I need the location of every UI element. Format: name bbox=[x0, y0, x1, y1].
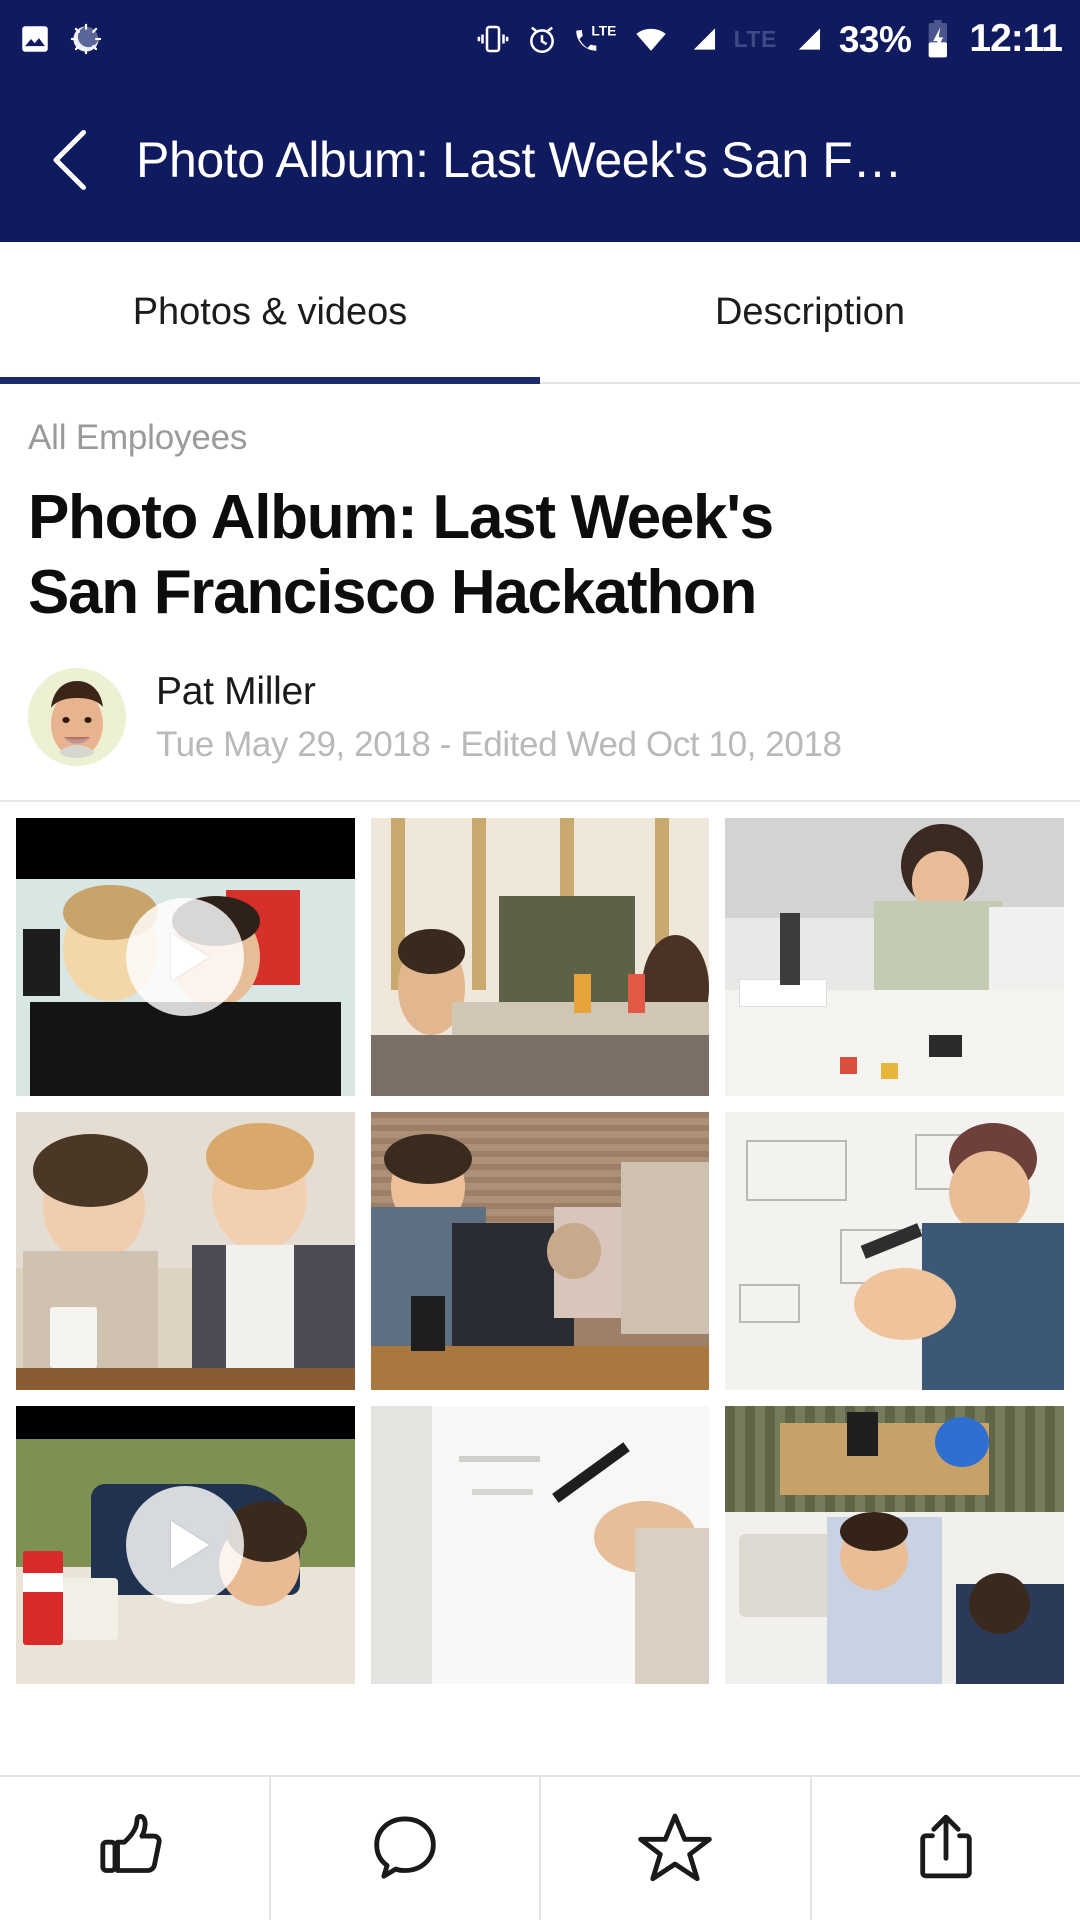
status-bar-system-icons: LTE LTE 33% 12:11 bbox=[475, 17, 1063, 61]
gallery-photo-8-thumbnail bbox=[370, 1406, 710, 1685]
thumbs-up-icon bbox=[100, 1813, 162, 1873]
gallery-photo-3[interactable] bbox=[725, 818, 1064, 1097]
lte-label: LTE bbox=[733, 25, 777, 52]
svg-text:LTE: LTE bbox=[591, 23, 616, 38]
gallery-photo-5-thumbnail bbox=[370, 1112, 710, 1391]
signal-bars-1-icon bbox=[685, 22, 721, 56]
status-bar-notifications bbox=[18, 21, 104, 57]
chevron-left-icon bbox=[53, 130, 86, 190]
byline: Pat Miller Tue May 29, 2018 - Edited Wed… bbox=[28, 668, 1052, 800]
gallery-photo-5[interactable] bbox=[370, 1112, 710, 1391]
vibrate-icon bbox=[475, 21, 511, 57]
gallery-photo-9[interactable] bbox=[725, 1406, 1064, 1685]
action-bar bbox=[0, 1775, 1080, 1920]
gallery-video-1[interactable] bbox=[16, 818, 355, 1097]
gallery-photo-3-thumbnail bbox=[725, 818, 1064, 1097]
play-icon[interactable] bbox=[126, 898, 245, 1017]
battery-percent-label: 33% bbox=[838, 18, 912, 60]
sync-spinner-icon bbox=[68, 21, 104, 57]
gallery-photo-8[interactable] bbox=[370, 1406, 710, 1685]
gallery-photo-4[interactable] bbox=[16, 1112, 355, 1391]
alarm-icon bbox=[524, 21, 560, 57]
byline-text: Pat Miller Tue May 29, 2018 - Edited Wed… bbox=[156, 669, 842, 765]
signal-bars-2-icon bbox=[790, 22, 826, 56]
play-icon[interactable] bbox=[126, 1486, 245, 1605]
gallery-photo-2-thumbnail bbox=[370, 818, 710, 1097]
timestamp-label: Tue May 29, 2018 - Edited Wed Oct 10, 20… bbox=[156, 724, 842, 764]
gallery-photo-6[interactable] bbox=[725, 1112, 1064, 1391]
clock-label: 12:11 bbox=[969, 17, 1063, 60]
star-icon bbox=[638, 1813, 713, 1881]
call-lte-icon: LTE bbox=[573, 21, 617, 57]
tab-bar: Photos & videos Description bbox=[0, 242, 1080, 384]
avatar[interactable] bbox=[28, 668, 126, 767]
share-button[interactable] bbox=[812, 1777, 1080, 1920]
back-button[interactable] bbox=[28, 117, 114, 203]
gallery-photo-9-thumbnail bbox=[725, 1406, 1064, 1685]
tab-description-label: Description bbox=[714, 290, 906, 333]
like-button[interactable] bbox=[0, 1777, 271, 1920]
gallery-photo-4-thumbnail bbox=[16, 1112, 355, 1391]
comment-button[interactable] bbox=[271, 1777, 541, 1920]
avatar-photo bbox=[28, 668, 126, 767]
share-upload-icon bbox=[920, 1814, 972, 1878]
gallery-video-7[interactable] bbox=[16, 1406, 355, 1685]
app-bar-title: Photo Album: Last Week's San F… bbox=[136, 132, 903, 188]
page-title: Photo Album: Last Week's San Francisco H… bbox=[28, 483, 774, 628]
tab-description[interactable]: Description bbox=[540, 242, 1080, 382]
status-bar: LTE LTE 33% 12:11 bbox=[0, 0, 1080, 78]
image-icon bbox=[18, 22, 52, 56]
app-bar: Photo Album: Last Week's San F… bbox=[0, 78, 1080, 242]
tab-photos-videos-label: Photos & videos bbox=[132, 290, 408, 333]
gallery-photo-2[interactable] bbox=[370, 818, 710, 1097]
comment-icon bbox=[374, 1815, 436, 1879]
wifi-icon bbox=[630, 22, 672, 56]
gallery-photo-6-thumbnail bbox=[725, 1112, 1064, 1391]
favorite-button[interactable] bbox=[541, 1777, 812, 1920]
article-header: All Employees Photo Album: Last Week's S… bbox=[0, 384, 1080, 800]
battery-charging-icon bbox=[924, 19, 952, 59]
author-name[interactable]: Pat Miller bbox=[156, 669, 842, 716]
audience-label: All Employees bbox=[28, 418, 248, 457]
photo-grid bbox=[0, 802, 1080, 1701]
tab-photos-videos[interactable]: Photos & videos bbox=[0, 242, 540, 384]
